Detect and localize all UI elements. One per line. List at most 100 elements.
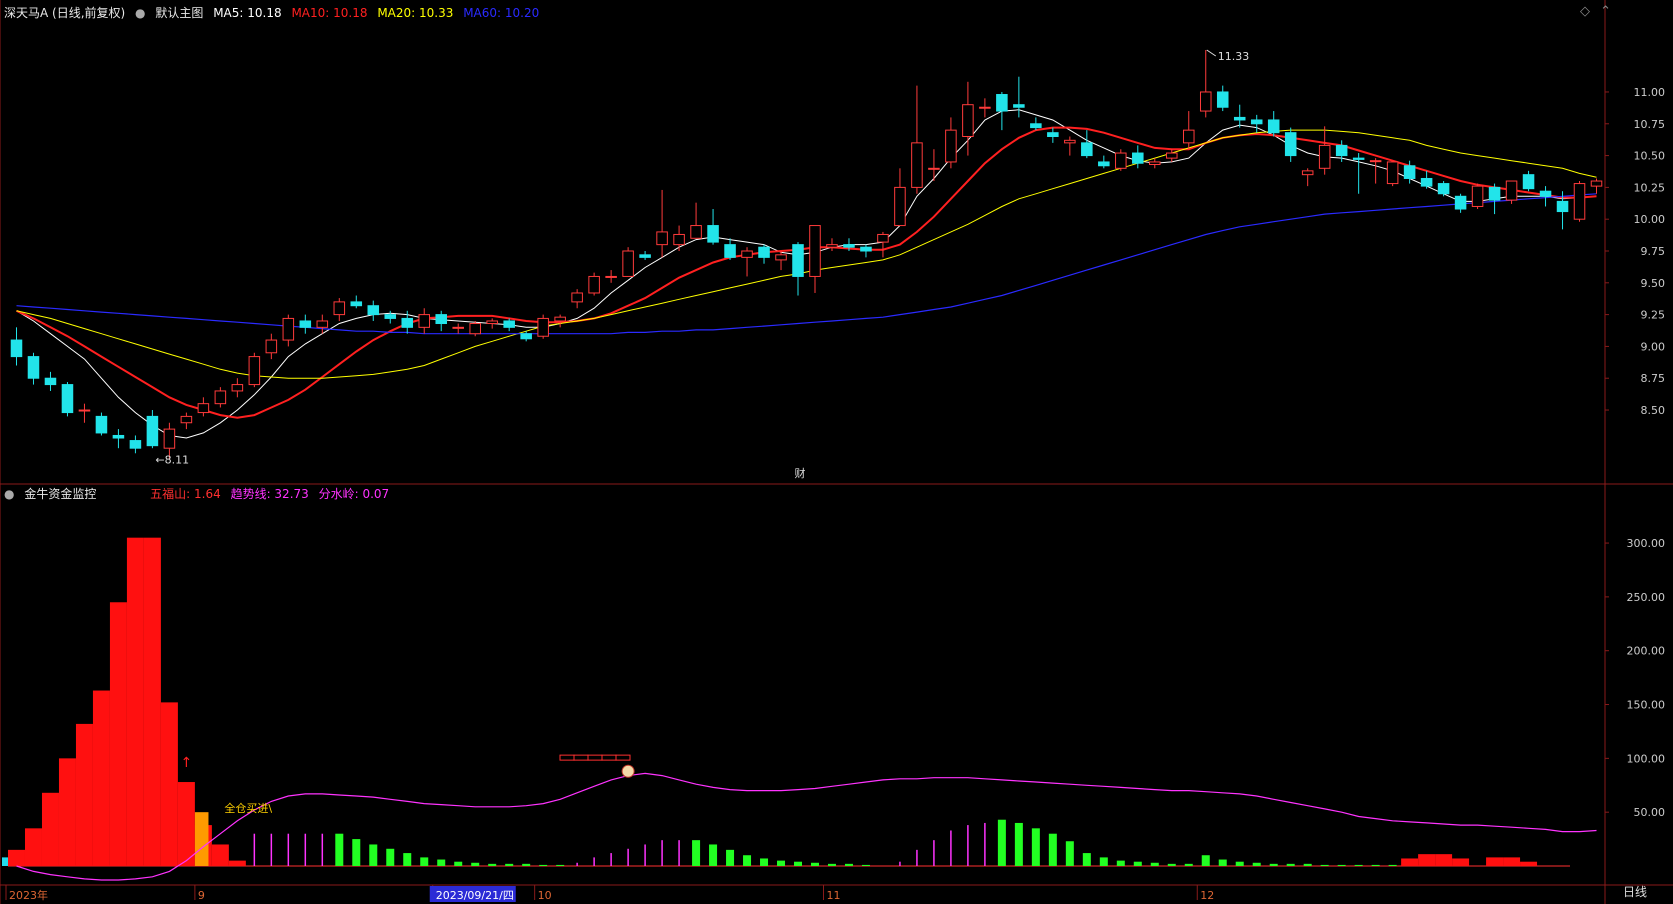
candle-body[interactable] xyxy=(1267,119,1280,134)
candle-body[interactable] xyxy=(758,246,770,258)
candle-body[interactable] xyxy=(197,403,210,414)
candle-body[interactable] xyxy=(673,233,685,246)
candle-body[interactable] xyxy=(112,434,125,439)
candle-body[interactable] xyxy=(1081,142,1093,157)
candle-body[interactable] xyxy=(996,94,1008,112)
candle-body[interactable] xyxy=(1335,144,1348,157)
candle-body[interactable] xyxy=(520,333,532,340)
candle-body[interactable] xyxy=(61,384,74,414)
candle-body[interactable] xyxy=(962,104,974,137)
candle-body[interactable] xyxy=(299,320,312,328)
candle-body[interactable] xyxy=(1233,116,1246,121)
finance-event-marker[interactable]: 财 xyxy=(795,466,806,480)
candle-body[interactable] xyxy=(1352,157,1365,160)
candle-body[interactable] xyxy=(1369,160,1382,163)
candle-body[interactable] xyxy=(452,326,464,329)
candle-body[interactable] xyxy=(1505,180,1518,201)
candle-body[interactable] xyxy=(1013,104,1025,108)
date-label[interactable]: 2023年 xyxy=(9,888,48,902)
candle-body[interactable] xyxy=(44,377,57,386)
candle-body[interactable] xyxy=(928,167,940,170)
stock-chart[interactable]: 11.00 10.75 10.50 10.25 10.00 9.75 9.50 9.25 9.0… xyxy=(0,0,1673,904)
candle-body[interactable] xyxy=(27,356,40,379)
candle-body[interactable] xyxy=(214,390,227,405)
candle-body[interactable] xyxy=(979,106,991,109)
candle-body[interactable] xyxy=(877,233,889,243)
candle-body[interactable] xyxy=(78,409,91,412)
candle-body[interactable] xyxy=(571,292,583,303)
candle-body[interactable] xyxy=(1098,161,1110,167)
candle-body[interactable] xyxy=(1166,152,1178,159)
candle-body[interactable] xyxy=(554,316,566,322)
candle-body[interactable] xyxy=(1132,152,1144,164)
candle-body[interactable] xyxy=(333,301,346,316)
candle-body[interactable] xyxy=(1047,132,1059,138)
candle-body[interactable] xyxy=(639,254,651,258)
candle-body[interactable] xyxy=(826,244,838,248)
candle-body[interactable] xyxy=(894,186,906,227)
candle-body[interactable] xyxy=(809,225,821,277)
candle-body[interactable] xyxy=(265,339,278,354)
sub-indicator-name[interactable]: 金牛资金监控 xyxy=(24,487,96,501)
period-button[interactable]: 日线 xyxy=(1623,883,1647,900)
candle-body[interactable] xyxy=(401,317,414,328)
candle-body[interactable] xyxy=(1420,177,1433,187)
candle-body[interactable] xyxy=(690,225,702,239)
candle-body[interactable] xyxy=(707,225,719,243)
candle-body[interactable] xyxy=(1403,165,1416,179)
date-label[interactable]: 9 xyxy=(198,889,205,902)
candle-body[interactable] xyxy=(775,254,787,261)
date-label[interactable]: 12 xyxy=(1200,889,1214,902)
candle-body[interactable] xyxy=(1301,170,1314,176)
candle-body[interactable] xyxy=(792,244,804,277)
candle-body[interactable] xyxy=(282,317,295,341)
date-label[interactable]: 2023/09/21/四 xyxy=(436,889,514,902)
candle-body[interactable] xyxy=(1182,129,1195,144)
date-label[interactable]: 11 xyxy=(826,889,840,902)
diamond-icon[interactable]: ◇ xyxy=(1580,4,1590,19)
candle-body[interactable] xyxy=(95,415,108,434)
candle-body[interactable] xyxy=(469,323,481,335)
candle-body[interactable] xyxy=(129,440,142,449)
candle-body[interactable] xyxy=(180,415,193,424)
stock-name[interactable]: 深天马A (日线,前复权) xyxy=(4,6,125,20)
candle-body[interactable] xyxy=(945,129,957,163)
candle-body[interactable] xyxy=(231,384,244,392)
candle-body[interactable] xyxy=(1590,180,1603,187)
candle-body[interactable] xyxy=(1556,200,1569,213)
candle-body[interactable] xyxy=(248,356,261,386)
candle-body[interactable] xyxy=(503,320,515,328)
candle-body[interactable] xyxy=(1115,152,1127,169)
candle-body[interactable] xyxy=(486,320,498,325)
candle-body[interactable] xyxy=(1386,161,1399,185)
candle-body[interactable] xyxy=(1149,161,1161,165)
candle-body[interactable] xyxy=(843,244,855,248)
candle-body[interactable] xyxy=(1539,190,1552,197)
candle-body[interactable] xyxy=(724,244,736,258)
candle-body[interactable] xyxy=(316,320,329,328)
candle-body[interactable] xyxy=(1250,119,1263,125)
candle-body[interactable] xyxy=(656,231,668,246)
candle-body[interactable] xyxy=(860,246,872,252)
candle-body[interactable] xyxy=(1522,174,1535,190)
candle-body[interactable] xyxy=(622,250,634,277)
candle-body[interactable] xyxy=(10,339,23,358)
candle-body[interactable] xyxy=(605,275,617,278)
collapse-icon[interactable]: ⌃ xyxy=(1600,4,1611,19)
candle-body[interactable] xyxy=(537,317,549,337)
candle-body[interactable] xyxy=(911,142,923,188)
candle-body[interactable] xyxy=(1030,123,1042,129)
candle-body[interactable] xyxy=(1471,185,1484,207)
candle-body[interactable] xyxy=(1318,144,1331,169)
candle-body[interactable] xyxy=(1573,183,1586,220)
candle-body[interactable] xyxy=(1064,139,1076,144)
candle-body[interactable] xyxy=(1199,91,1212,112)
candle-body[interactable] xyxy=(384,314,397,319)
candle-body[interactable] xyxy=(1437,183,1450,195)
candle-body[interactable] xyxy=(1284,132,1297,157)
candle-body[interactable] xyxy=(588,275,600,294)
candle-body[interactable] xyxy=(435,314,447,325)
candle-body[interactable] xyxy=(367,305,380,316)
candle-body[interactable] xyxy=(1454,195,1467,210)
candle-body[interactable] xyxy=(146,415,159,447)
